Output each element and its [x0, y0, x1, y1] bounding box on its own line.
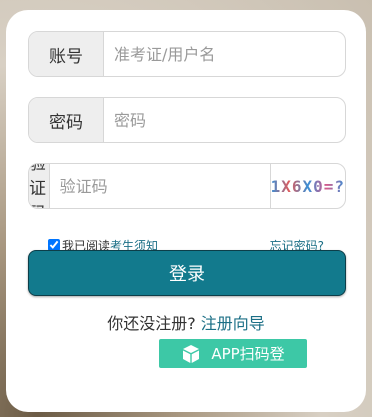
cube-icon — [183, 344, 200, 363]
captcha-image[interactable]: 1X6X0=? — [269, 164, 345, 208]
captcha-label: 验证码 — [29, 164, 50, 208]
login-button[interactable]: 登录 — [28, 250, 346, 296]
login-card: 账号 密码 验证码 1X6X0=? 我已阅读考生须知 忘记密码? 登录 你还没注… — [6, 10, 366, 412]
captcha-text: 1X6X0=? — [270, 176, 345, 196]
register-link[interactable]: 注册向导 — [201, 314, 265, 333]
account-label: 账号 — [29, 32, 104, 76]
password-input[interactable] — [104, 98, 345, 142]
account-field: 账号 — [28, 31, 346, 77]
register-prompt: 你还没注册? — [107, 314, 196, 333]
password-label: 密码 — [29, 98, 104, 142]
captcha-input[interactable] — [49, 164, 270, 208]
captcha-field: 验证码 1X6X0=? — [28, 163, 346, 209]
register-row: 你还没注册? 注册向导 — [6, 310, 366, 334]
password-field: 密码 — [28, 97, 346, 143]
app-scan-login-button[interactable]: APP扫码登 — [159, 339, 307, 368]
app-scan-login-label: APP扫码登 — [211, 345, 285, 363]
account-input[interactable] — [104, 32, 345, 76]
